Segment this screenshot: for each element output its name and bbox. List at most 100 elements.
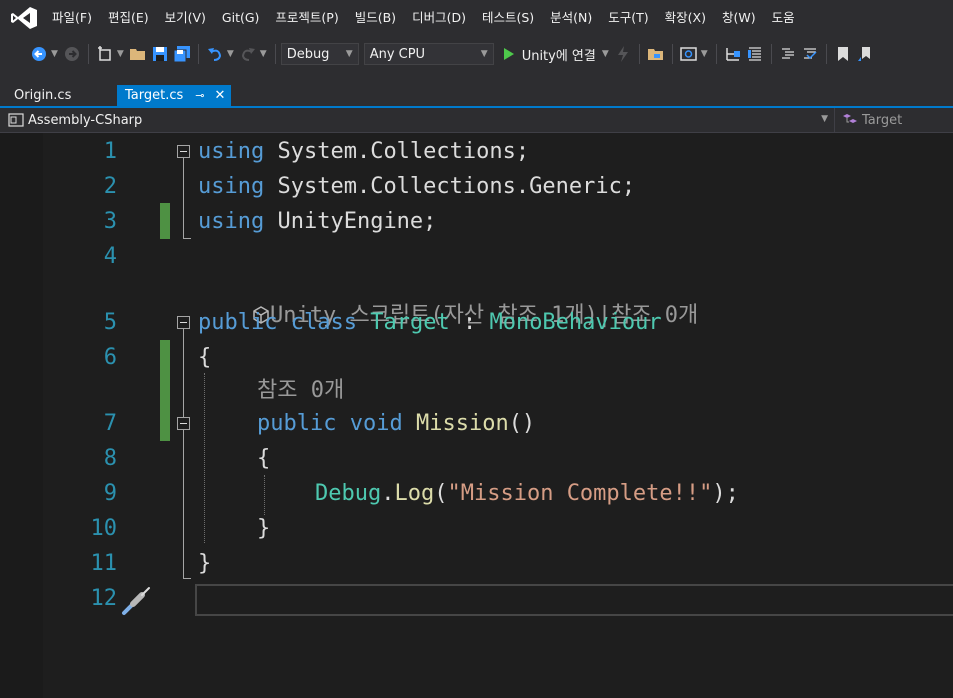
- member-dropdown[interactable]: Target: [834, 108, 902, 132]
- project-dropdown[interactable]: Assembly-CSharp ▼: [8, 108, 832, 132]
- tab-origin-cs-label: Origin.cs: [14, 88, 72, 103]
- line-number: 12: [90, 586, 118, 611]
- hot-reload-icon[interactable]: [612, 43, 634, 65]
- open-folder-icon[interactable]: [127, 43, 149, 65]
- menu-analyze[interactable]: 분석(N): [542, 0, 600, 36]
- menu-tools[interactable]: 도구(T): [600, 0, 656, 36]
- line-number: 11: [90, 551, 118, 576]
- menu-debug[interactable]: 디버그(D): [404, 0, 474, 36]
- save-all-icon[interactable]: [171, 43, 193, 65]
- codelens-text: 참조 0개: [257, 378, 345, 403]
- collapse-usings-icon[interactable]: [177, 145, 190, 158]
- collapse-method-icon[interactable]: [177, 417, 190, 430]
- code-line-3[interactable]: using UnityEngine;: [198, 209, 436, 235]
- quick-actions-screwdriver-icon[interactable]: [120, 585, 154, 617]
- tab-target-cs[interactable]: Target.cs ⊸ ✕: [117, 85, 231, 106]
- menu-view[interactable]: 보기(V): [157, 0, 214, 36]
- code-line-10[interactable]: }: [257, 516, 270, 542]
- code-line-11[interactable]: }: [198, 551, 211, 577]
- keyword: public: [198, 310, 278, 335]
- navigation-bar: Assembly-CSharp ▼ Target: [0, 108, 953, 133]
- solution-explorer-icon[interactable]: [645, 43, 667, 65]
- code-line-9[interactable]: Debug.Log("Mission Complete!!");: [315, 481, 739, 507]
- tab-target-cs-label: Target.cs: [125, 88, 184, 103]
- keyword: public: [257, 411, 337, 436]
- browser-link-dropdown-icon[interactable]: ▼: [701, 49, 708, 59]
- code-line-1[interactable]: using System.Collections;: [198, 139, 529, 165]
- bookmark-icon[interactable]: [832, 43, 854, 65]
- code-editor[interactable]: 1 2 3 4 5 6 7 8 9 10 11 12 using System.…: [0, 133, 953, 698]
- menu-file[interactable]: 파일(F): [44, 0, 100, 36]
- menu-test[interactable]: 테스트(S): [474, 0, 542, 36]
- toolbar-separator: [197, 44, 199, 64]
- brace: {: [257, 446, 271, 471]
- close-tab-icon[interactable]: ✕: [215, 88, 226, 103]
- keyword: void: [349, 411, 403, 436]
- menu-edit[interactable]: 편집(E): [100, 0, 157, 36]
- member-name: Target: [862, 112, 903, 128]
- code-line-7[interactable]: public void Mission(): [257, 411, 535, 437]
- line-number: 6: [103, 345, 117, 370]
- class-name: Target: [370, 310, 450, 335]
- paren: );: [712, 481, 739, 506]
- comment-out-icon[interactable]: [777, 43, 799, 65]
- code-line-6[interactable]: {: [198, 345, 211, 371]
- new-project-icon[interactable]: [94, 43, 116, 65]
- namespace-text: System.Collections;: [264, 139, 530, 164]
- visual-studio-logo-icon[interactable]: [10, 6, 38, 30]
- menu-bar: 파일(F) 편집(E) 보기(V) Git(G) 프로젝트(P) 빌드(B) 디…: [0, 0, 953, 36]
- undo-icon[interactable]: [204, 43, 226, 65]
- chevron-down-icon: ▼: [480, 49, 488, 59]
- format-document-icon[interactable]: [744, 43, 766, 65]
- line-number: 1: [103, 139, 117, 164]
- step-into-icon[interactable]: [722, 43, 744, 65]
- code-line-5[interactable]: public class Target : MonoBehaviour: [198, 310, 662, 336]
- toolbar-separator: [638, 44, 640, 64]
- keyword: using: [198, 139, 265, 164]
- menu-extensions[interactable]: 확장(X): [657, 0, 714, 36]
- project-name: Assembly-CSharp: [28, 112, 143, 128]
- previous-bookmark-icon[interactable]: [854, 43, 876, 65]
- new-project-dropdown-icon[interactable]: ▼: [117, 49, 124, 59]
- solution-platform-select[interactable]: Any CPU ▼: [363, 43, 494, 65]
- menu-window[interactable]: 창(W): [714, 0, 764, 36]
- menu-git[interactable]: Git(G): [214, 0, 268, 36]
- toolbar-separator: [825, 44, 827, 64]
- codelens-references[interactable]: 참조 0개: [257, 378, 344, 404]
- tab-origin-cs[interactable]: Origin.cs: [14, 85, 71, 106]
- navigate-forward-icon[interactable]: [61, 43, 83, 65]
- method-name: Log: [394, 481, 435, 506]
- chevron-down-icon: ▼: [821, 114, 828, 124]
- keyword: using: [198, 209, 265, 234]
- menu-build[interactable]: 빌드(B): [347, 0, 404, 36]
- outline-line: [183, 578, 191, 579]
- solution-platform-value: Any CPU: [369, 46, 426, 62]
- navigate-back-icon[interactable]: [28, 43, 50, 65]
- collapse-class-icon[interactable]: [177, 316, 190, 329]
- menu-project[interactable]: 프로젝트(P): [267, 0, 346, 36]
- attach-to-unity-button[interactable]: Unity에 연결: [502, 45, 596, 64]
- line-number: 2: [103, 174, 117, 199]
- outline-line: [183, 329, 184, 578]
- code-line-8[interactable]: {: [257, 446, 270, 472]
- attach-dropdown-icon[interactable]: ▼: [602, 49, 609, 59]
- undo-dropdown-icon[interactable]: ▼: [227, 49, 234, 59]
- browser-link-icon[interactable]: [678, 43, 700, 65]
- keyword: class: [290, 310, 357, 335]
- redo-dropdown-icon[interactable]: ▼: [260, 49, 267, 59]
- line-number: 8: [103, 446, 117, 471]
- navigate-back-dropdown-icon[interactable]: ▼: [51, 49, 58, 59]
- save-icon[interactable]: [149, 43, 171, 65]
- code-line-2[interactable]: using System.Collections.Generic;: [198, 174, 635, 200]
- line-number: 10: [90, 516, 118, 541]
- toolbar-separator: [671, 44, 673, 64]
- menu-help[interactable]: 도움: [764, 0, 803, 36]
- uncomment-icon[interactable]: [799, 43, 821, 65]
- brace: }: [257, 516, 271, 541]
- solution-configuration-select[interactable]: Debug ▼: [280, 43, 359, 65]
- dot: .: [381, 481, 395, 506]
- line-number: 4: [103, 244, 117, 269]
- current-line-highlight[interactable]: [195, 584, 953, 616]
- pin-tab-icon[interactable]: ⊸: [195, 89, 204, 102]
- redo-icon[interactable]: [237, 43, 259, 65]
